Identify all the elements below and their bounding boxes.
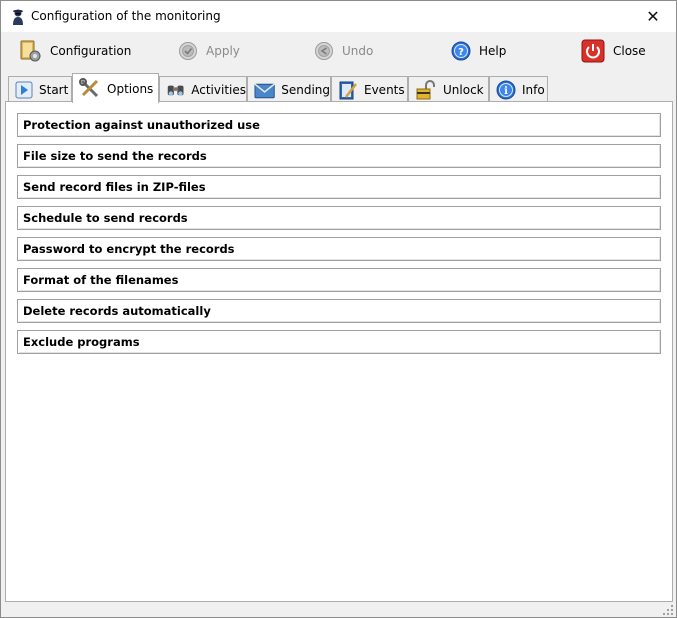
- tab-activities[interactable]: Activities: [159, 76, 247, 102]
- svg-text:?: ?: [458, 47, 464, 58]
- close-button[interactable]: Close: [581, 36, 646, 66]
- tab-unlock[interactable]: Unlock: [408, 76, 489, 102]
- play-icon: [15, 81, 33, 98]
- section-zip-files[interactable]: Send record files in ZIP-files: [17, 175, 661, 199]
- help-button[interactable]: ? Help: [451, 36, 506, 66]
- section-protection[interactable]: Protection against unauthorized use: [17, 113, 661, 137]
- window-title: Configuration of the monitoring: [31, 9, 221, 23]
- options-panel: Protection against unauthorized use File…: [5, 101, 673, 602]
- spy-app-icon: [13, 9, 23, 25]
- svg-text:i: i: [504, 86, 508, 97]
- section-delete-records[interactable]: Delete records automatically: [17, 299, 661, 323]
- status-bar: [1, 602, 676, 617]
- tab-events-label: Events: [364, 82, 405, 97]
- info-icon: i: [496, 80, 516, 99]
- section-password[interactable]: Password to encrypt the records: [17, 237, 661, 261]
- title-bar: Configuration of the monitoring ✕: [1, 1, 676, 32]
- close-label: Close: [613, 44, 646, 58]
- configuration-button[interactable]: Configuration: [18, 36, 131, 66]
- undo-icon: [315, 42, 333, 60]
- tab-activities-label: Activities: [191, 82, 246, 97]
- tab-info[interactable]: i Info: [489, 76, 548, 102]
- tab-sending-label: Sending: [281, 82, 330, 97]
- apply-icon: [179, 42, 197, 60]
- tab-start[interactable]: Start: [8, 76, 72, 102]
- tab-start-label: Start: [39, 82, 69, 97]
- section-schedule[interactable]: Schedule to send records: [17, 206, 661, 230]
- tools-icon: [79, 77, 99, 97]
- help-label: Help: [479, 44, 507, 58]
- section-file-size[interactable]: File size to send the records: [17, 144, 661, 168]
- undo-label: Undo: [342, 44, 374, 58]
- configuration-label: Configuration: [50, 44, 132, 58]
- tab-strip: Start Options Activities Sending Events …: [6, 73, 674, 103]
- apply-button[interactable]: Apply: [178, 36, 240, 66]
- tab-options-label: Options: [107, 81, 154, 96]
- notepad-icon: [339, 81, 357, 99]
- binoculars-icon: [167, 85, 184, 96]
- apply-label: Apply: [206, 44, 240, 58]
- tab-sending[interactable]: Sending: [247, 76, 331, 102]
- tab-unlock-label: Unlock: [443, 82, 484, 97]
- section-exclude-programs[interactable]: Exclude programs: [17, 330, 661, 354]
- power-icon: [581, 39, 605, 63]
- mail-icon: [254, 83, 275, 98]
- section-filename-format[interactable]: Format of the filenames: [17, 268, 661, 292]
- undo-button[interactable]: Undo: [314, 36, 373, 66]
- tab-info-label: Info: [522, 82, 545, 97]
- tab-events[interactable]: Events: [331, 76, 408, 102]
- toolbar: Configuration Apply Undo ? Help Close: [1, 32, 676, 72]
- resize-grip-icon[interactable]: [662, 604, 674, 616]
- padlock-icon: [416, 79, 435, 99]
- help-icon: ?: [451, 41, 471, 61]
- window-close-button[interactable]: ✕: [630, 1, 676, 32]
- tab-options[interactable]: Options: [72, 73, 159, 103]
- configuration-icon: [20, 40, 41, 62]
- app-window: Configuration of the monitoring ✕ Config…: [0, 0, 677, 618]
